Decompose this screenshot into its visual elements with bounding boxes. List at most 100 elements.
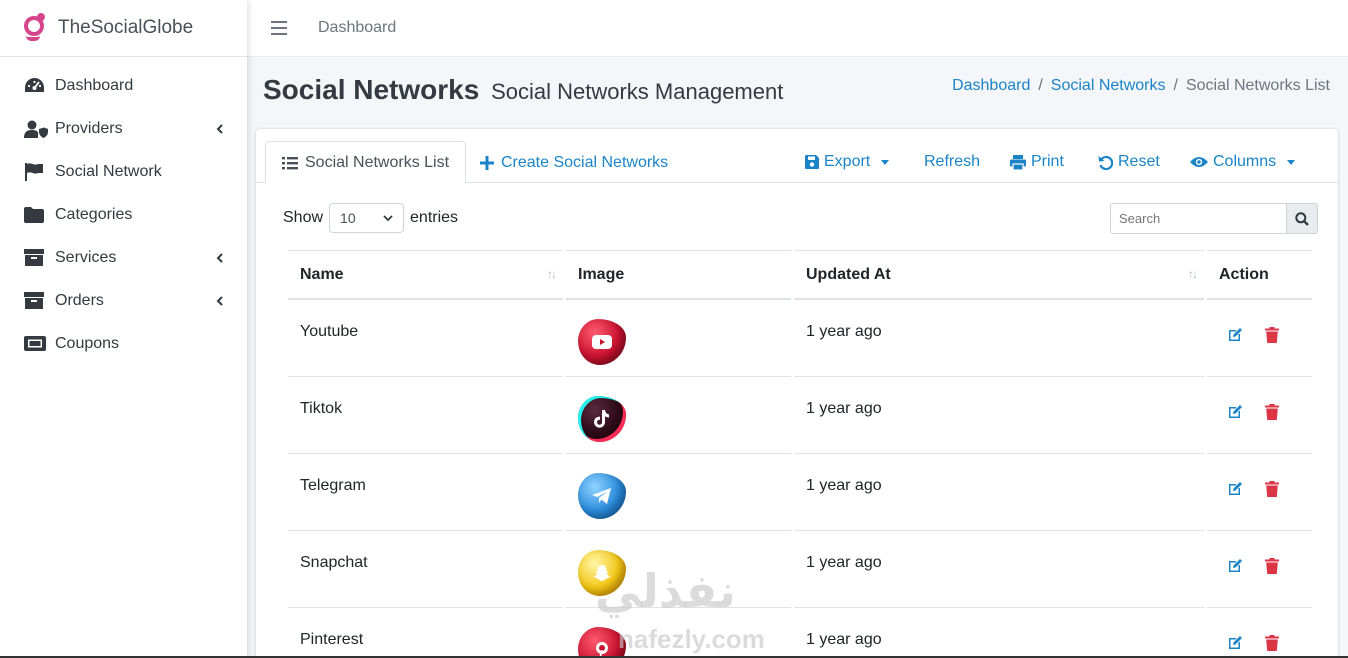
column-header-image: Image: [566, 250, 791, 300]
cell-image: [566, 300, 791, 377]
column-header-label: Name: [300, 265, 344, 283]
table-row: Youtube 1 year ago: [288, 300, 1312, 377]
tachometer-icon: [24, 77, 50, 95]
print-label: Print: [1031, 153, 1064, 170]
brand-logo-icon: [22, 13, 48, 43]
breadcrumb-current: Social Networks List: [1185, 77, 1330, 94]
sidebar-item-providers[interactable]: Providers: [0, 107, 247, 150]
sidebar-item-label: Orders: [55, 291, 104, 309]
sidebar-item-label: Social Network: [55, 162, 162, 180]
cell-updated-at: 1 year ago: [794, 608, 1204, 658]
edit-icon: [1229, 405, 1242, 418]
cell-actions: [1207, 608, 1312, 658]
entries-label: entries: [410, 209, 459, 226]
edit-button[interactable]: [1227, 635, 1243, 651]
cell-name: Pinterest: [288, 608, 563, 658]
cell-name: Youtube: [288, 300, 563, 377]
trash-icon: [1265, 635, 1280, 651]
brand[interactable]: TheSocialGlobe: [0, 0, 247, 57]
content-header: Social Networks Social Networks Manageme…: [247, 57, 1348, 129]
table-row: Tiktok 1 year ago: [288, 377, 1312, 454]
page-title-text: Social Networks: [263, 74, 480, 105]
show-label: Show: [283, 209, 324, 226]
tab-create-social-networks[interactable]: Create Social Networks: [480, 141, 668, 184]
search-icon: [1295, 211, 1309, 226]
column-header-name[interactable]: Name ↑↓: [288, 250, 563, 300]
sidebar-item-coupons[interactable]: Coupons: [0, 322, 247, 365]
table-row: Telegram 1 year ago: [288, 454, 1312, 531]
cell-name: Snapchat: [288, 531, 563, 608]
reset-button[interactable]: Reset: [1098, 153, 1160, 171]
sidebar-item-services[interactable]: Services: [0, 236, 247, 279]
refresh-label: Refresh: [924, 153, 981, 170]
chevron-left-icon: [216, 295, 223, 306]
table-row: Snapchat 1 year ago: [288, 531, 1312, 608]
delete-button[interactable]: [1265, 404, 1280, 420]
tab-social-networks-list[interactable]: Social Networks List: [265, 141, 467, 184]
cell-actions: [1207, 454, 1312, 531]
social-networks-table: Name ↑↓ Image Updated At ↑↓ Action Youtube…: [285, 250, 1315, 658]
chevron-left-icon: [216, 252, 223, 263]
snapchat-icon: [578, 550, 626, 596]
edit-icon: [1229, 559, 1242, 572]
tab-label: Social Networks List: [305, 153, 450, 171]
cell-image: [566, 377, 791, 454]
edit-button[interactable]: [1227, 404, 1243, 420]
sort-icon: ↑↓: [547, 267, 557, 281]
delete-button[interactable]: [1265, 558, 1280, 574]
sidebar-item-dashboard[interactable]: Dashboard: [0, 64, 247, 107]
reset-label: Reset: [1118, 153, 1160, 170]
delete-button[interactable]: [1265, 481, 1280, 497]
table-row: Pinterest 1 year ago: [288, 608, 1312, 658]
sidebar-item-label: Categories: [55, 205, 133, 223]
archive-icon: [24, 249, 50, 266]
page-title: Social Networks Social Networks Manageme…: [263, 74, 783, 106]
entries-select-value: 10: [340, 210, 356, 226]
search-button[interactable]: [1286, 203, 1318, 234]
column-header-action: Action: [1207, 250, 1312, 300]
edit-button[interactable]: [1227, 327, 1243, 343]
export-button[interactable]: Export: [805, 153, 890, 171]
breadcrumb: Dashboard / Social Networks / Social Net…: [952, 77, 1330, 95]
search-group: [1110, 203, 1318, 234]
breadcrumb-social-networks[interactable]: Social Networks: [1051, 77, 1166, 95]
column-header-label: Action: [1219, 265, 1269, 283]
sidebar-item-label: Coupons: [55, 334, 120, 352]
sidebar-item-categories[interactable]: Categories: [0, 193, 247, 236]
columns-button[interactable]: Columns: [1190, 153, 1296, 171]
list-icon: [282, 156, 298, 170]
edit-button[interactable]: [1227, 481, 1243, 497]
delete-button[interactable]: [1265, 327, 1280, 343]
cell-updated-at: 1 year ago: [794, 300, 1204, 377]
telegram-icon: [578, 473, 626, 519]
save-icon: [805, 155, 819, 169]
column-header-updated-at[interactable]: Updated At ↑↓: [794, 250, 1204, 300]
sidebar-item-social-network[interactable]: Social Network: [0, 150, 247, 193]
edit-icon: [1229, 482, 1242, 495]
breadcrumb-dashboard[interactable]: Dashboard: [952, 77, 1030, 95]
folder-icon: [24, 206, 50, 223]
sidebar-item-orders[interactable]: Orders: [0, 279, 247, 322]
cell-updated-at: 1 year ago: [794, 531, 1204, 608]
sidebar-nav: Dashboard Providers Social Network Categ…: [0, 57, 247, 365]
edit-button[interactable]: [1227, 558, 1243, 574]
top-navbar: Dashboard: [247, 0, 1348, 57]
edit-icon: [1229, 636, 1242, 649]
print-button[interactable]: Print: [1010, 153, 1064, 171]
youtube-icon: [578, 319, 626, 365]
cell-image: [566, 608, 791, 658]
undo-icon: [1098, 155, 1113, 170]
sidebar: TheSocialGlobe Dashboard Providers Socia…: [0, 0, 247, 658]
ticket-icon: [24, 336, 50, 351]
refresh-button[interactable]: Refresh: [924, 153, 980, 171]
breadcrumb-separator: /: [1173, 77, 1178, 94]
flag-icon: [24, 162, 50, 181]
delete-button[interactable]: [1265, 635, 1280, 651]
entries-select[interactable]: 10: [329, 203, 405, 233]
menu-toggle-icon[interactable]: [271, 21, 287, 35]
cell-image: [566, 531, 791, 608]
top-nav-dashboard-link[interactable]: Dashboard: [318, 19, 396, 37]
print-icon: [1010, 154, 1026, 170]
chevron-down-icon: [383, 214, 393, 221]
search-input[interactable]: [1110, 203, 1286, 234]
